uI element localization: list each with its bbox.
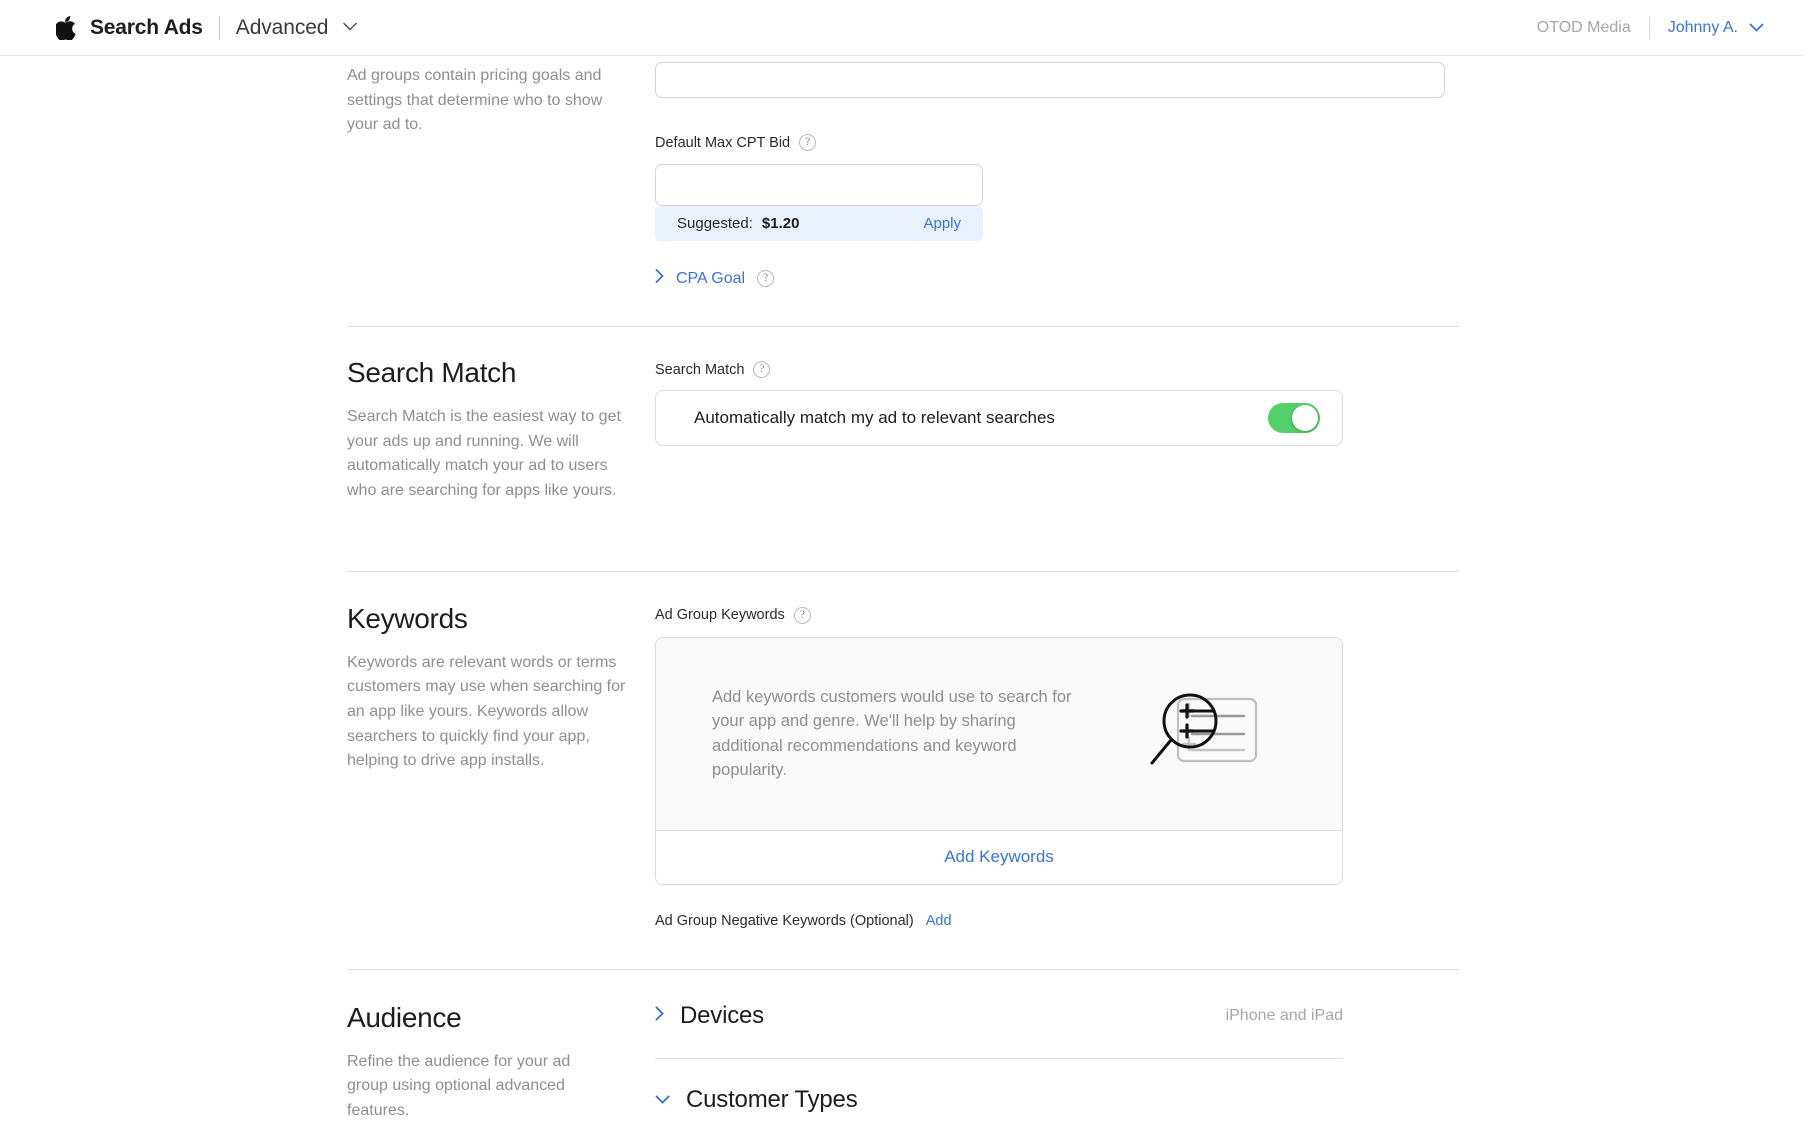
default-max-cpt-bid-input[interactable]	[655, 164, 983, 206]
help-icon[interactable]: ?	[753, 361, 771, 378]
chevron-down-icon	[1749, 19, 1764, 37]
suggested-bid-bar: Suggested: $1.20 Apply	[655, 206, 983, 241]
apple-logo-icon	[56, 15, 76, 40]
brand-title: Search Ads	[90, 15, 203, 39]
search-match-right-column: Search Match ? Automatically match my ad…	[655, 357, 1459, 446]
devices-disclosure[interactable]: Devices	[655, 1002, 764, 1030]
account-divider	[1648, 16, 1650, 39]
header-account-area: OTOD Media Johnny A.	[1536, 16, 1764, 39]
ad-group-description: Ad groups contain pricing goals and sett…	[347, 67, 603, 134]
customer-types-label: Customer Types	[686, 1085, 858, 1113]
search-match-left-column: Search Match Search Match is the easiest…	[347, 357, 655, 504]
keywords-left-column: Keywords Keywords are relevant words or …	[347, 603, 655, 774]
ad-group-negative-keywords-row: Ad Group Negative Keywords (Optional) Ad…	[655, 913, 1459, 929]
audience-right-column: Devices iPhone and iPad Customer Types H…	[655, 1002, 1459, 1128]
toggle-knob	[1292, 405, 1318, 431]
keywords-title: Keywords	[347, 602, 468, 634]
devices-value: iPhone and iPad	[1225, 1006, 1343, 1024]
mode-label: Advanced	[235, 15, 329, 39]
chevron-right-icon	[655, 269, 664, 288]
cpa-goal-disclosure[interactable]: CPA Goal ?	[655, 269, 1459, 288]
user-menu[interactable]: Johnny A.	[1668, 19, 1764, 37]
ad-group-left-column: Ad groups contain pricing goals and sett…	[347, 64, 655, 138]
add-keywords-button[interactable]: Add Keywords	[656, 829, 1342, 884]
add-negative-keywords-button[interactable]: Add	[926, 913, 952, 929]
chevron-down-icon	[343, 18, 357, 36]
keywords-description: Keywords are relevant words or terms cus…	[347, 653, 626, 770]
audience-description: Refine the audience for your ad group us…	[347, 1052, 571, 1119]
devices-row: Devices iPhone and iPad	[655, 1002, 1343, 1030]
audience-left-column: Audience Refine the audience for your ad…	[347, 1002, 655, 1124]
content-wrapper: Ad groups contain pricing goals and sett…	[347, 56, 1459, 1128]
help-icon[interactable]: ?	[757, 270, 775, 287]
search-match-field-label: Search Match	[655, 361, 745, 378]
search-match-toggle[interactable]	[1268, 403, 1320, 433]
mode-selector[interactable]: Advanced	[236, 16, 357, 40]
keywords-empty-copy: Add keywords customers would use to sear…	[712, 687, 1072, 780]
keywords-right-column: Ad Group Keywords ? Add keywords custome…	[655, 603, 1459, 929]
ad-group-keywords-label: Ad Group Keywords	[655, 607, 785, 624]
org-name: OTOD Media	[1536, 18, 1631, 36]
search-match-title: Search Match	[347, 357, 517, 388]
default-max-cpt-bid-label-row: Default Max CPT Bid ?	[655, 134, 1459, 151]
search-match-toggle-panel: Automatically match my ad to relevant se…	[655, 390, 1343, 446]
help-icon[interactable]: ?	[799, 134, 817, 151]
chevron-down-icon	[655, 1091, 670, 1109]
ad-group-right-column: Default Max CPT Bid ? Suggested: $1.20 A…	[655, 62, 1459, 288]
section-keywords: Keywords Keywords are relevant words or …	[347, 572, 1459, 929]
search-match-option-text: Automatically match my ad to relevant se…	[694, 408, 1055, 427]
suggested-label: Suggested:	[677, 215, 753, 232]
section-ad-group: Ad groups contain pricing goals and sett…	[347, 56, 1459, 288]
search-match-description: Search Match is the easiest way to get y…	[347, 408, 621, 499]
ad-group-keywords-label-row: Ad Group Keywords ?	[655, 606, 1459, 624]
audience-title: Audience	[347, 1001, 462, 1033]
brand-group: Search Ads	[56, 16, 203, 40]
help-icon[interactable]: ?	[793, 606, 811, 624]
section-search-match: Search Match Search Match is the easiest…	[347, 327, 1459, 504]
customer-types-disclosure[interactable]: Customer Types	[655, 1086, 1459, 1114]
ad-group-name-input[interactable]	[655, 62, 1445, 98]
cpa-goal-label: CPA Goal	[676, 269, 746, 287]
ad-group-negative-keywords-label: Ad Group Negative Keywords (Optional)	[655, 912, 914, 929]
user-menu-label: Johnny A.	[1667, 18, 1738, 36]
app-header: Search Ads Advanced OTOD Media Johnny A.	[0, 0, 1804, 56]
header-divider	[218, 15, 220, 40]
section-audience: Audience Refine the audience for your ad…	[347, 970, 1459, 1128]
suggested-value: $1.20	[761, 215, 800, 232]
devices-label: Devices	[680, 1001, 764, 1029]
default-max-cpt-bid-label: Default Max CPT Bid	[655, 134, 791, 151]
keywords-empty-body: Add keywords customers would use to sear…	[656, 637, 1342, 830]
keywords-empty-card: Add keywords customers would use to sear…	[655, 636, 1343, 885]
keyword-search-list-icon	[1144, 683, 1268, 784]
search-match-field-label-row: Search Match ?	[655, 361, 1459, 378]
chevron-right-icon	[655, 1006, 664, 1026]
page-body: Ad groups contain pricing goals and sett…	[0, 56, 1804, 1128]
audience-inner-divider	[655, 1057, 1343, 1059]
apply-suggested-bid-button[interactable]: Apply	[923, 215, 961, 232]
